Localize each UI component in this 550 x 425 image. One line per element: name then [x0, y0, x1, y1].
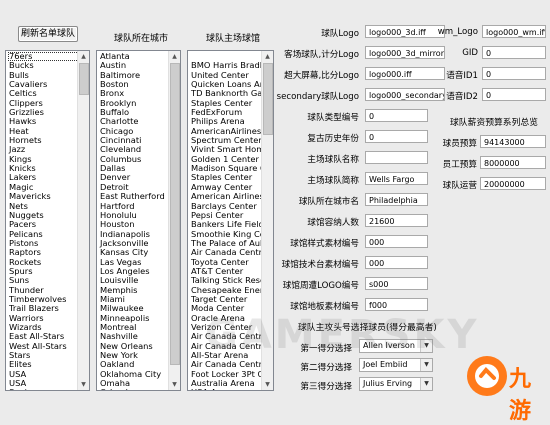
third-scorer-label: 第三得分选择 [300, 382, 352, 392]
voice-id2-label: 语音ID2 [446, 92, 478, 102]
scroll-thumb[interactable] [79, 63, 89, 95]
court-logo-label: 球馆周遭LOGO编号 [282, 281, 359, 291]
scroll-down-arrow-icon[interactable]: ▼ [262, 379, 273, 390]
third-scorer-select[interactable]: Julius Erving ▼ [359, 377, 433, 391]
logo-label: 球队Logo [321, 29, 359, 39]
team-type-field[interactable]: 0 [365, 109, 428, 122]
city-list-scrollbar[interactable]: ▲ ▼ [168, 51, 180, 390]
wm-logo-field[interactable]: logo000_wm.iff [482, 25, 546, 38]
finance-section-title: 球队薪资预算系列总览 [450, 118, 538, 128]
court-style-label: 球馆样式素材编号 [290, 239, 359, 249]
team-short-field[interactable]: Wells Fargo [365, 172, 428, 185]
capacity-field[interactable]: 21600 [365, 214, 428, 227]
scroll-up-arrow-icon[interactable]: ▲ [262, 51, 273, 62]
voice-id1-label: 语音ID1 [446, 71, 478, 81]
voice-id2-field[interactable]: 0 [482, 88, 546, 101]
secondary-logo-label: secondary球队Logo [276, 92, 359, 102]
logo-field[interactable]: logo000_3d.iff [365, 25, 445, 38]
scroll-up-arrow-icon[interactable]: ▲ [78, 51, 89, 62]
third-scorer-value: Julius Erving [363, 379, 413, 388]
retro-year-field[interactable]: 0 [365, 130, 428, 143]
chevron-down-icon[interactable]: ▼ [420, 378, 432, 390]
player-budget-label: 球员预算 [442, 139, 477, 149]
voice-id1-field[interactable]: 0 [482, 67, 546, 80]
capacity-label: 球馆容纳人数 [307, 218, 359, 228]
chevron-down-icon[interactable]: ▼ [420, 359, 432, 371]
scroll-down-arrow-icon[interactable]: ▼ [169, 379, 180, 390]
player-budget-field[interactable]: 94143000 [480, 135, 546, 148]
city-column-header: 球队所在城市 [114, 34, 169, 44]
city-label: 球队所在城市名 [298, 197, 359, 207]
team-listbox[interactable]: 76ers Bucks Bulls Cavaliers Celtics Clippers G… [5, 50, 90, 391]
team-short-label: 主场球队简称 [307, 176, 359, 186]
team-type-label: 球队类型编号 [307, 113, 359, 123]
operations-label: 球队运营 [442, 181, 477, 191]
refresh-team-list-button[interactable]: 刷新名单球队 [18, 26, 78, 42]
city-field[interactable]: Philadelphia [365, 193, 428, 206]
staff-budget-field[interactable]: 8000000 [480, 156, 546, 169]
away-logo-label: 客场球队,计分Logo [284, 50, 359, 60]
gid-field[interactable]: 0 [482, 46, 546, 59]
wm-logo-label: wm_Logo [437, 27, 478, 37]
team-list-scrollbar[interactable]: ▲ ▼ [77, 51, 89, 390]
floor-texture-field[interactable]: f000 [365, 298, 428, 311]
arena-column-header: 球队主场球馆 [206, 34, 261, 44]
watermark: GAMERSKY [205, 312, 480, 358]
brand-name: 九游 [509, 367, 532, 424]
widescreen-logo-label: 超大屏幕,比分Logo [284, 71, 359, 81]
scroll-thumb[interactable] [263, 63, 273, 135]
team-name-field[interactable] [365, 151, 428, 164]
second-scorer-label: 第二得分选择 [300, 363, 352, 373]
tech-table-field[interactable]: 000 [365, 256, 428, 269]
widescreen-logo-field[interactable]: logo000.iff [365, 67, 445, 80]
brand-logo: 九游 [463, 346, 547, 424]
tech-table-label: 球馆技术台素材编号 [281, 260, 359, 270]
gid-label: GID [462, 48, 478, 58]
staff-budget-label: 员工预算 [442, 160, 477, 170]
second-scorer-value: Joel Embiid [363, 360, 408, 369]
scroll-down-arrow-icon[interactable]: ▼ [78, 379, 89, 390]
away-logo-field[interactable]: logo000_3d_mirror.i [365, 46, 445, 59]
floor-texture-label: 球馆地板素材编号 [290, 302, 359, 312]
scroll-up-arrow-icon[interactable]: ▲ [169, 51, 180, 62]
city-listbox[interactable]: Atlanta Austin Baltimore Boston Bronx Brookly… [96, 50, 181, 391]
second-scorer-select[interactable]: Joel Embiid ▼ [359, 358, 433, 372]
team-name-label: 主场球队名称 [307, 155, 359, 165]
court-style-field[interactable]: 000 [365, 235, 428, 248]
operations-field[interactable]: 20000000 [480, 177, 546, 190]
secondary-logo-field[interactable]: logo000_secondary [365, 88, 445, 101]
court-logo-field[interactable]: s000 [365, 277, 428, 290]
scroll-thumb[interactable] [170, 63, 180, 365]
retro-year-label: 复古历史年份 [307, 134, 359, 144]
